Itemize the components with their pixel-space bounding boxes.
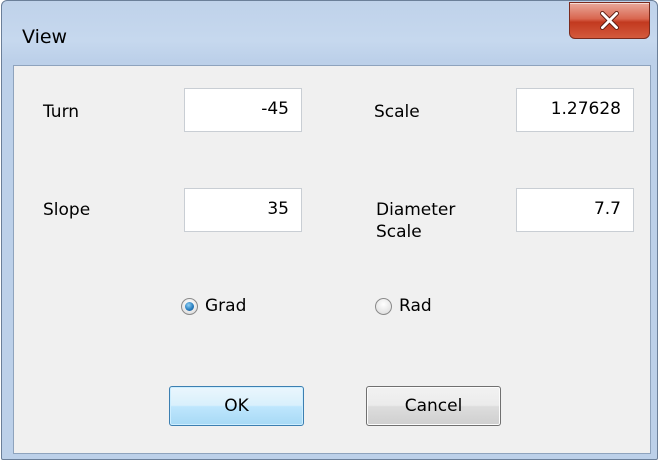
turn-label: Turn [43,102,80,122]
close-button[interactable] [569,2,650,39]
turn-input[interactable]: -45 [184,88,302,132]
slope-input[interactable]: 35 [184,188,302,232]
diameter-scale-input[interactable]: 7.7 [516,188,634,232]
slope-label: Slope [43,200,91,220]
radio-rad-label: Rad [399,296,432,316]
title-bar[interactable]: View [2,1,657,63]
diameter-scale-label-line1: Diameter [376,200,456,220]
diameter-scale-label-line2: Scale [376,222,422,242]
radio-grad[interactable]: Grad [181,296,246,316]
dialog-content: Turn -45 Scale 1.27628 Slope 35 Diameter… [13,65,651,454]
radio-grad-label: Grad [205,296,247,316]
diameter-scale-label: Diameter Scale [376,199,455,243]
radio-rad[interactable]: Rad [375,296,432,316]
scale-label: Scale [374,102,420,122]
dialog-window: View Turn -45 Scale 1.27628 Slope 35 Dia… [1,0,658,460]
scale-input[interactable]: 1.27628 [516,88,634,132]
radio-selected-dot [185,301,194,311]
close-icon [600,11,619,30]
cancel-button[interactable]: Cancel [366,386,501,426]
radio-grad-circle[interactable] [181,297,198,315]
window-title: View [22,26,68,48]
ok-button[interactable]: OK [169,386,304,426]
radio-rad-circle[interactable] [375,297,392,315]
